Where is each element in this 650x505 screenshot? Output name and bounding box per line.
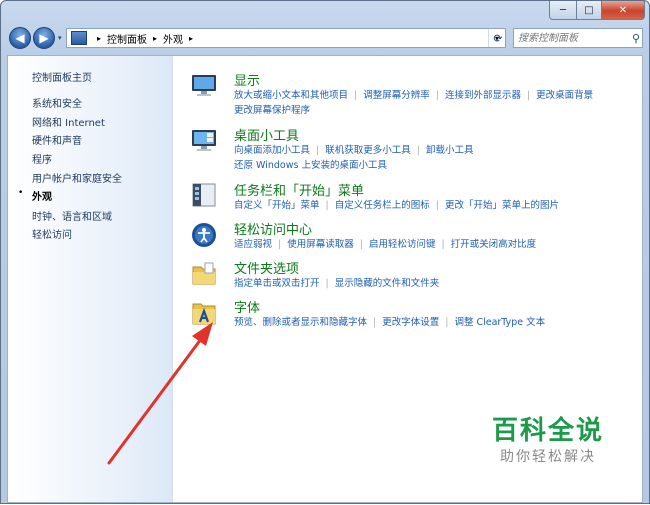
display-icon	[192, 75, 216, 96]
task-link[interactable]: 调整屏幕分辨率	[363, 90, 430, 101]
address-bar[interactable]: ▸ 控制面板 ▸ 外观 ▸ ▾	[66, 28, 506, 48]
category-title[interactable]: 桌面小工具	[234, 125, 299, 144]
watermark-logo: 百科全说	[491, 416, 604, 446]
breadcrumb-appearance[interactable]: 外观	[163, 31, 183, 46]
refresh-icon[interactable]: ⟳	[487, 28, 509, 48]
category-links: 放大或缩小文本和其他项目 | 调整屏幕分辨率 | 连接到外部显示器 | 更改桌面背景 更改屏…	[234, 90, 594, 116]
breadcrumb-separator[interactable]: ▸	[189, 34, 193, 43]
folder-options-icon	[192, 262, 216, 285]
category-title[interactable]: 文件夹选项	[234, 258, 299, 277]
task-link[interactable]: 自定义任务栏上的图标	[335, 200, 430, 211]
maximize-button[interactable]: □	[577, 1, 602, 20]
sidebar-item-system-security[interactable]: 系统和安全	[32, 95, 82, 110]
sidebar-item-ease-of-access[interactable]: 轻松访问	[32, 226, 72, 241]
task-link[interactable]: 卸载小工具	[426, 145, 474, 156]
task-link[interactable]: 向桌面添加小工具	[234, 145, 310, 156]
task-link[interactable]: 联机获取更多小工具	[325, 145, 411, 156]
fonts-icon	[192, 303, 216, 325]
back-button[interactable]: ◀	[9, 27, 31, 49]
ease-of-access-icon	[192, 223, 216, 247]
search-box: ⚲	[513, 28, 643, 48]
category-title[interactable]: 轻松访问中心	[234, 219, 312, 238]
task-link[interactable]: 打开或关闭高对比度	[451, 239, 537, 250]
task-link[interactable]: 放大或缩小文本和其他项目	[234, 90, 348, 101]
task-link[interactable]: 更改屏幕保护程序	[234, 105, 310, 116]
category-links: 向桌面添加小工具 | 联机获取更多小工具 | 卸载小工具 还原 Windows 上安装的…	[234, 145, 474, 171]
category-title[interactable]: 字体	[234, 297, 260, 316]
sidebar-item-network[interactable]: 网络和 Internet	[32, 114, 105, 129]
category-links: 预览、删除或者显示和隐藏字体 | 更改字体设置 | 调整 ClearType 文本	[234, 317, 546, 328]
sidebar-item-clock-language[interactable]: 时钟、语言和区域	[32, 208, 112, 223]
watermark: 百科全说 助你轻松解决	[483, 415, 613, 467]
task-link[interactable]: 调整 ClearType 文本	[454, 317, 545, 328]
taskbar-icon	[192, 183, 216, 207]
task-link[interactable]: 自定义「开始」菜单	[234, 200, 320, 211]
task-link[interactable]: 连接到外部显示器	[445, 90, 521, 101]
sidebar-home-link[interactable]: 控制面板主页	[32, 69, 92, 84]
sidebar-item-programs[interactable]: 程序	[32, 151, 52, 166]
caption-buttons: ─ □ ✕	[549, 1, 645, 20]
category-links: 指定单击或双击打开 | 显示隐藏的文件和文件夹	[234, 278, 440, 289]
gadgets-icon	[192, 130, 216, 151]
breadcrumb-separator[interactable]: ▸	[97, 34, 101, 43]
current-page-bullet: •	[18, 188, 24, 198]
search-icon[interactable]: ⚲	[630, 32, 642, 45]
recent-pages-dropdown[interactable]: ▾	[58, 34, 62, 42]
category-links: 自定义「开始」菜单 | 自定义任务栏上的图标 | 更改「开始」菜单上的图片	[234, 200, 559, 211]
task-link[interactable]: 更改桌面背景	[536, 90, 593, 101]
category-title[interactable]: 任务栏和「开始」菜单	[234, 180, 364, 199]
task-link[interactable]: 更改字体设置	[382, 317, 439, 328]
task-link[interactable]: 更改「开始」菜单上的图片	[445, 200, 559, 211]
task-link[interactable]: 显示隐藏的文件和文件夹	[335, 278, 440, 289]
task-link[interactable]: 预览、删除或者显示和隐藏字体	[234, 317, 367, 328]
breadcrumb-separator[interactable]: ▸	[153, 34, 157, 43]
category-title[interactable]: 显示	[234, 70, 260, 89]
breadcrumb-control-panel[interactable]: 控制面板	[107, 31, 147, 46]
task-link[interactable]: 启用轻松访问键	[369, 239, 436, 250]
sidebar: 控制面板主页 系统和安全 网络和 Internet 硬件和声音 程序 用户帐户和…	[8, 56, 173, 502]
minimize-button[interactable]: ─	[549, 1, 577, 20]
sidebar-item-user-accounts[interactable]: 用户帐户和家庭安全	[32, 170, 122, 185]
category-links: 适应弱视 | 使用屏幕读取器 | 启用轻松访问键 | 打开或关闭高对比度	[234, 239, 537, 250]
nav-buttons: ◀ ▶ ▾	[9, 27, 62, 49]
watermark-slogan: 助你轻松解决	[500, 449, 596, 465]
sidebar-item-appearance: 外观	[32, 192, 52, 203]
close-button[interactable]: ✕	[602, 1, 645, 20]
task-link[interactable]: 适应弱视	[234, 239, 272, 250]
control-panel-icon	[71, 31, 87, 45]
sidebar-item-hardware-sound[interactable]: 硬件和声音	[32, 132, 82, 147]
forward-button[interactable]: ▶	[33, 27, 55, 49]
task-link[interactable]: 使用屏幕读取器	[287, 239, 354, 250]
control-panel-window: ─ □ ✕ ◀ ▶ ▾ ▸ 控制面板 ▸ 外观 ▸ ▾ ⟳ ⚲ 控制面板主页 系…	[0, 0, 650, 504]
search-input[interactable]	[514, 30, 630, 46]
task-link[interactable]: 指定单击或双击打开	[234, 278, 320, 289]
task-link[interactable]: 还原 Windows 上安装的桌面小工具	[234, 160, 387, 171]
